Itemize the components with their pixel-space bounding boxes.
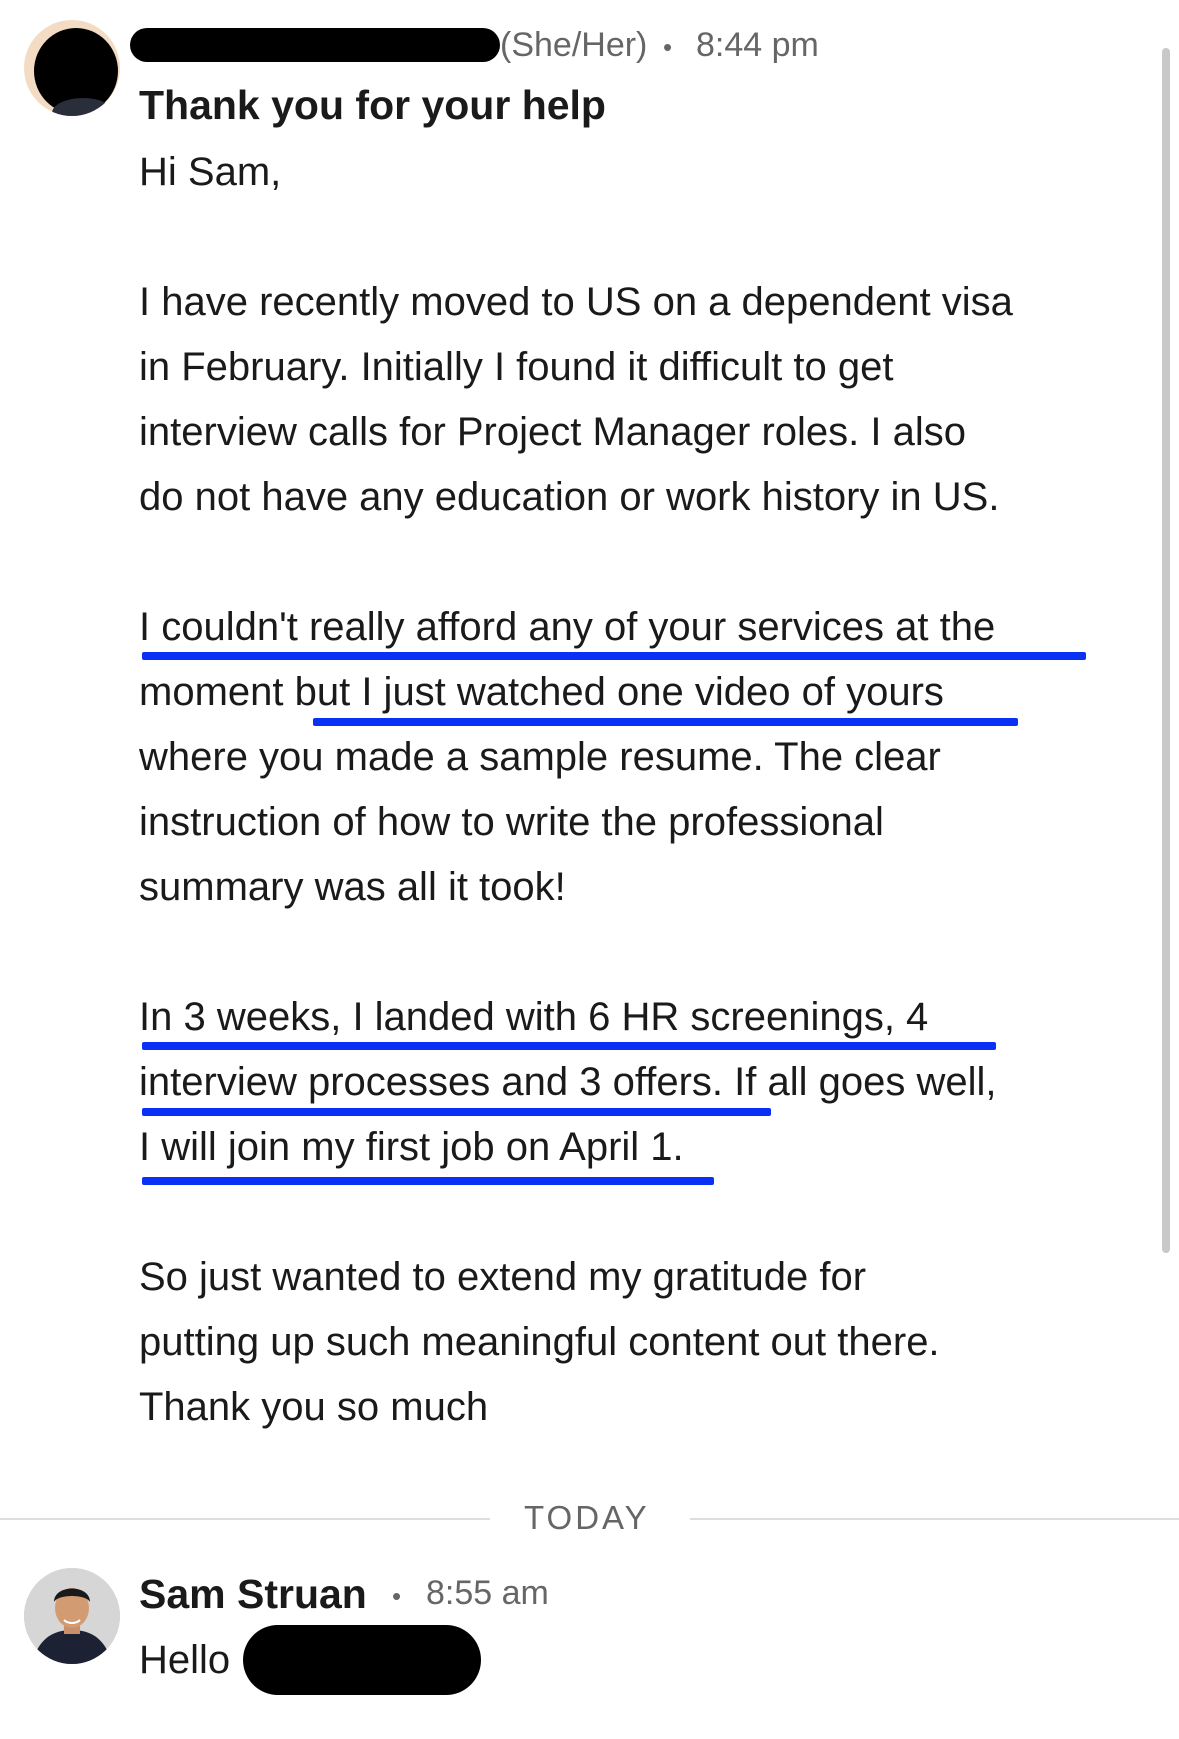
body-line: In 3 weeks, I landed with 6 HR screening… <box>139 995 929 1039</box>
highlight-underline <box>142 652 1086 660</box>
body-line: I will join my first job on April 1. <box>139 1125 684 1169</box>
body-line: I have recently moved to US on a depende… <box>139 280 1013 324</box>
meta-separator-dot: • <box>392 1581 402 1611</box>
body-line: So just wanted to extend my gratitude fo… <box>139 1255 867 1299</box>
body-line: do not have any education or work histor… <box>139 475 1000 519</box>
highlight-underline <box>313 718 1018 726</box>
body-line: interview processes and 3 offers. If all… <box>139 1060 997 1104</box>
redacted-sender-name <box>130 28 500 62</box>
date-divider-left <box>0 1518 490 1520</box>
body-line: putting up such meaningful content out t… <box>139 1320 940 1364</box>
body-line: I couldn't really afford any of your ser… <box>139 605 996 649</box>
redacted-recipient-name <box>243 1625 481 1695</box>
person-photo-icon <box>24 1568 120 1664</box>
body-line: interview calls for Project Manager role… <box>139 410 966 454</box>
body-line: in February. Initially I found it diffic… <box>139 345 894 389</box>
scrollbar[interactable] <box>1162 48 1170 1253</box>
highlight-underline <box>142 1177 714 1185</box>
date-divider-right <box>690 1518 1179 1520</box>
body-line: Hi Sam, <box>139 150 282 194</box>
message-time: 8:44 pm <box>696 26 819 64</box>
sender-avatar[interactable] <box>24 1568 120 1664</box>
sender-avatar[interactable] <box>24 20 120 116</box>
message-time: 8:55 am <box>426 1574 549 1612</box>
body-line: where you made a sample resume. The clea… <box>139 735 941 779</box>
message-subject: Thank you for your help <box>139 82 606 128</box>
sender-name[interactable]: Sam Struan <box>139 1571 367 1618</box>
body-line: instruction of how to write the professi… <box>139 800 884 844</box>
body-line: summary was all it took! <box>139 865 566 909</box>
highlight-underline <box>142 1042 996 1050</box>
date-separator-label: TODAY <box>524 1499 650 1536</box>
body-line: Thank you so much <box>139 1385 489 1429</box>
highlight-underline <box>142 1108 771 1116</box>
reply-text: Hello <box>139 1638 231 1682</box>
body-line: moment but I just watched one video of y… <box>139 670 944 714</box>
sender-pronouns: (She/Her) <box>500 26 648 64</box>
meta-separator-dot: • <box>663 32 673 62</box>
